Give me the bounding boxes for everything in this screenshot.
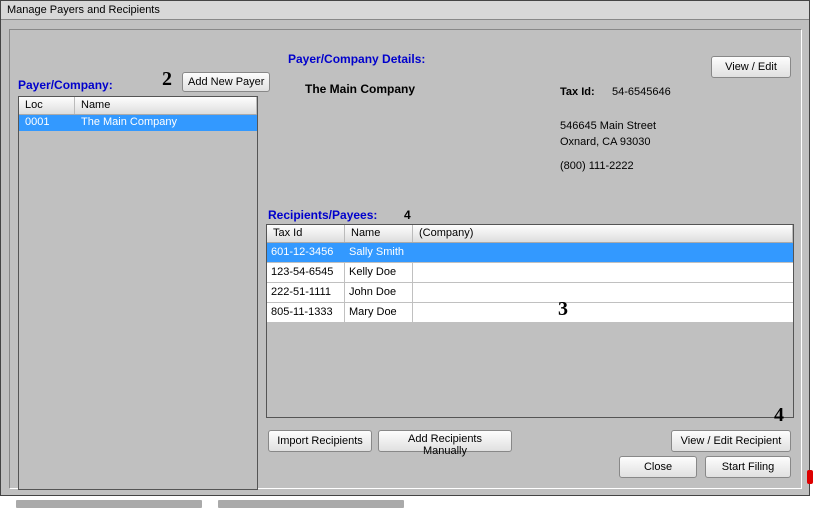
rec-row-name: Kelly Doe — [345, 263, 413, 282]
rec-row-taxid: 123-54-6545 — [267, 263, 345, 282]
rec-row-company — [413, 303, 793, 322]
view-edit-recipient-button[interactable]: View / Edit Recipient — [671, 430, 791, 452]
address-line2: Oxnard, CA 93030 — [560, 136, 651, 148]
start-filing-button[interactable]: Start Filing — [705, 456, 791, 478]
rec-header-company[interactable]: (Company) — [413, 225, 793, 242]
recipients-table-header: Tax Id Name (Company) — [267, 225, 793, 243]
table-row[interactable]: 222-51-1111 John Doe — [267, 283, 793, 303]
rec-header-name[interactable]: Name — [345, 225, 413, 242]
recipients-table[interactable]: Tax Id Name (Company) 601-12-3456 Sally … — [266, 224, 794, 418]
payer-company-label: Payer/Company: — [18, 78, 113, 92]
table-row[interactable]: 805-11-1333 Mary Doe — [267, 303, 793, 323]
payer-row-loc: 0001 — [19, 115, 75, 131]
side-indicator — [807, 470, 813, 484]
import-recipients-button[interactable]: Import Recipients — [268, 430, 372, 452]
rec-row-company — [413, 243, 793, 262]
view-edit-button[interactable]: View / Edit — [711, 56, 791, 78]
rec-row-taxid: 805-11-1333 — [267, 303, 345, 322]
thumbnail-shadow — [16, 500, 202, 508]
rec-header-taxid[interactable]: Tax Id — [267, 225, 345, 242]
details-label: Payer/Company Details: — [288, 52, 425, 66]
recipients-label: Recipients/Payees: — [268, 208, 377, 222]
recipients-count: 4 — [404, 208, 411, 222]
rec-row-company — [413, 283, 793, 302]
rec-row-company — [413, 263, 793, 282]
taxid-value: 54-6545646 — [612, 86, 671, 98]
payer-header-name[interactable]: Name — [75, 97, 257, 114]
rec-row-name: Mary Doe — [345, 303, 413, 322]
add-new-payer-button[interactable]: Add New Payer — [182, 72, 270, 92]
table-row[interactable]: 601-12-3456 Sally Smith — [267, 243, 793, 263]
rec-row-name: John Doe — [345, 283, 413, 302]
phone-value: (800) 111-2222 — [560, 160, 634, 172]
taxid-label: Tax Id: — [560, 86, 595, 98]
payer-header-loc[interactable]: Loc — [19, 97, 75, 114]
add-recipients-button[interactable]: Add Recipients Manually — [378, 430, 512, 452]
main-window: Manage Payers and Recipients Payer/Compa… — [0, 0, 810, 496]
address-line1: 546645 Main Street — [560, 120, 656, 132]
step-3-marker: 3 — [558, 298, 568, 321]
window-title: Manage Payers and Recipients — [1, 1, 809, 20]
selected-company-name: The Main Company — [305, 82, 415, 96]
rec-row-name: Sally Smith — [345, 243, 413, 262]
close-button[interactable]: Close — [619, 456, 697, 478]
rec-row-taxid: 222-51-1111 — [267, 283, 345, 302]
payer-table-header: Loc Name — [19, 97, 257, 115]
payer-table[interactable]: Loc Name 0001 The Main Company — [18, 96, 258, 490]
thumbnail-shadow — [218, 500, 404, 508]
step-2-marker: 2 — [162, 68, 172, 91]
table-row[interactable]: 123-54-6545 Kelly Doe — [267, 263, 793, 283]
payer-row-name: The Main Company — [75, 115, 257, 131]
step-4-marker: 4 — [774, 404, 784, 427]
rec-row-taxid: 601-12-3456 — [267, 243, 345, 262]
content-area: Payer/Company: 2 Add New Payer Loc Name … — [9, 29, 802, 489]
table-row[interactable]: 0001 The Main Company — [19, 115, 257, 131]
